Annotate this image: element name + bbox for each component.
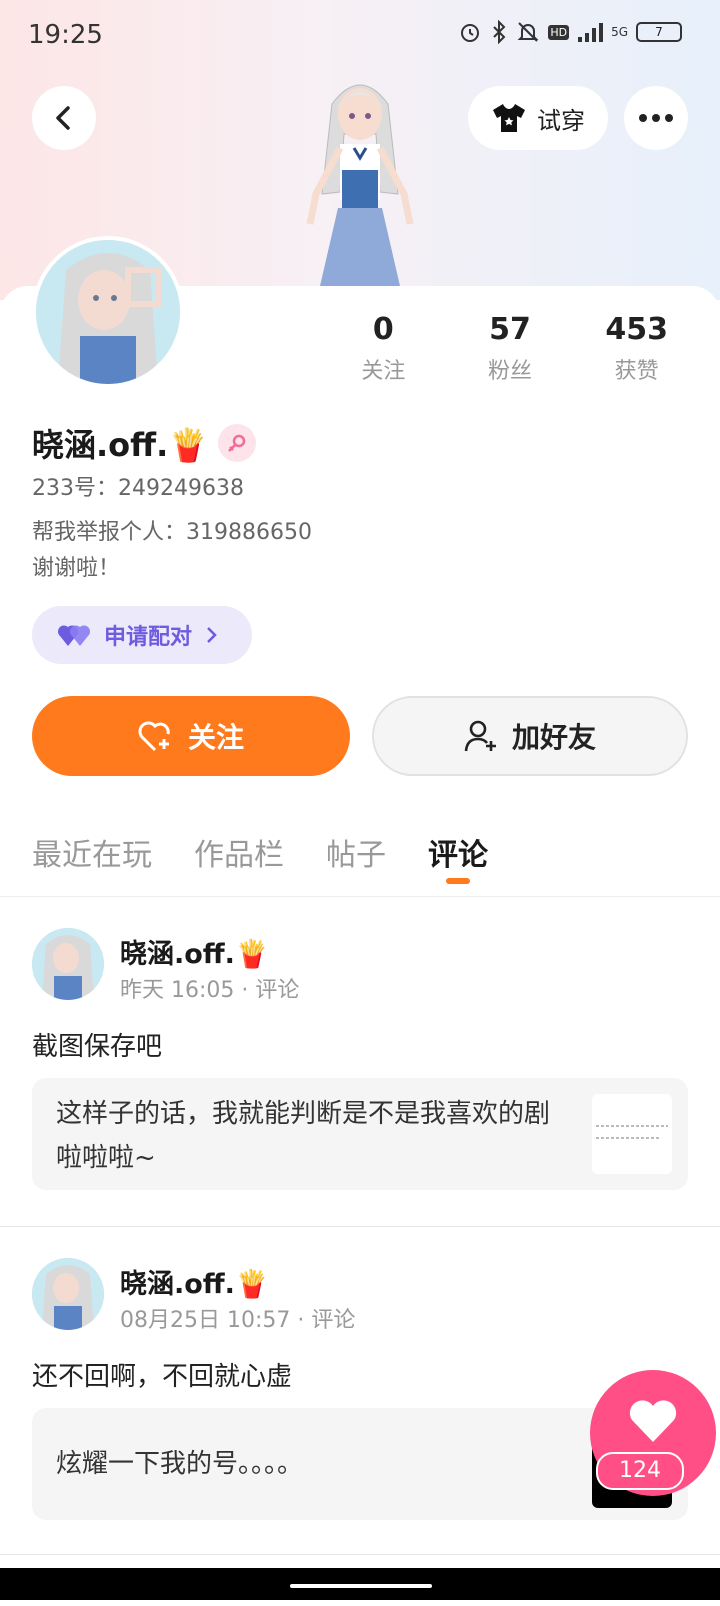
back-arrow-icon — [56, 106, 70, 130]
post-author[interactable]: 晓涵.off.🍟 — [120, 1262, 269, 1301]
fries-emoji: 🍟 — [234, 1269, 269, 1300]
pair-hearts-icon — [58, 625, 91, 646]
profile-avatar[interactable] — [32, 236, 184, 388]
add-person-icon — [464, 720, 496, 752]
tab-recently-played[interactable]: 最近在玩 — [32, 830, 152, 874]
quoted-post-thumbnail — [592, 1094, 672, 1174]
profile-stats: 0 关注 57 粉丝 453 获赞 — [320, 312, 700, 385]
post-text: 截图保存吧 — [32, 1032, 163, 1062]
signal-icon — [578, 23, 604, 42]
post-meta: 昨天 16:05 · 评论 — [120, 978, 300, 1003]
avatar-image — [32, 928, 104, 1000]
active-tab-indicator — [446, 878, 470, 884]
home-indicator[interactable] — [290, 1584, 432, 1588]
try-on-label: 试穿 — [537, 106, 585, 135]
avatar-image — [32, 1258, 104, 1330]
profile-name: 晓涵.off.🍟 — [32, 420, 208, 466]
stat-label: 关注 — [361, 359, 406, 384]
alarm-icon — [461, 24, 480, 42]
apply-pair-label: 申请配对 — [104, 625, 193, 650]
divider — [0, 1226, 720, 1227]
female-gender-badge — [218, 424, 257, 462]
status-bar: 19:25 HD 5G 7 — [0, 0, 720, 74]
post-author-name: 晓涵.off. — [120, 1269, 235, 1300]
divider — [0, 896, 720, 897]
quoted-post-text: 炫耀一下我的号。。。。 — [56, 1449, 304, 1479]
apply-pair-button[interactable]: 申请配对 — [32, 606, 252, 664]
fries-emoji: 🍟 — [234, 939, 269, 970]
post-text: 还不回啊，不回就心虚 — [32, 1362, 293, 1392]
comment-item[interactable]: 晓涵.off.🍟 昨天 16:05 · 评论 截图保存吧 这样子的话，我就能判断… — [0, 928, 720, 1228]
stat-value: 453 — [605, 312, 668, 347]
follow-label: 关注 — [187, 721, 244, 754]
heart-plus-icon — [138, 721, 170, 752]
tab-works[interactable]: 作品栏 — [194, 830, 284, 874]
status-icons: HD 5G 7 — [458, 20, 682, 44]
add-friend-button[interactable]: 加好友 — [372, 696, 688, 776]
profile-name-row: 晓涵.off.🍟 — [32, 420, 257, 466]
female-icon — [228, 434, 246, 452]
tab-posts[interactable]: 帖子 — [326, 830, 386, 874]
stat-label: 粉丝 — [488, 359, 533, 384]
post-meta: 08月25日 10:57 · 评论 — [120, 1308, 356, 1333]
add-friend-label: 加好友 — [511, 721, 596, 754]
more-icon — [639, 114, 673, 122]
hd-badge: HD — [548, 24, 570, 40]
stat-likes[interactable]: 453 获赞 — [573, 312, 700, 385]
network-type: 5G — [611, 25, 628, 39]
fries-emoji: 🍟 — [168, 426, 209, 464]
stat-label: 获赞 — [614, 359, 659, 384]
mute-bell-icon — [517, 22, 539, 42]
try-on-button[interactable]: 试穿 — [468, 86, 608, 150]
status-time: 19:25 — [28, 20, 103, 50]
stat-fans[interactable]: 57 粉丝 — [447, 312, 574, 385]
divider — [0, 1554, 720, 1555]
profile-id: 233号：249249638 — [32, 476, 244, 501]
avatar-character-image[interactable] — [280, 74, 440, 286]
profile-bio-line1: 帮我举报个人：319886650 — [32, 520, 312, 545]
stat-following[interactable]: 0 关注 — [320, 312, 447, 385]
like-count-badge: 124 — [596, 1452, 684, 1490]
tshirt-icon — [493, 104, 525, 132]
bluetooth-icon — [493, 20, 506, 44]
battery-icon: 7 — [636, 22, 682, 42]
battery-level: 7 — [655, 25, 663, 39]
post-avatar[interactable] — [32, 1258, 104, 1330]
post-author-name: 晓涵.off. — [120, 939, 235, 970]
thumbnail-image — [592, 1094, 672, 1174]
stat-value: 57 — [489, 312, 531, 347]
profile-name-text: 晓涵.off. — [32, 426, 169, 464]
quoted-post[interactable]: 这样子的话，我就能判断是不是我喜欢的剧啦啦啦~ — [32, 1078, 688, 1190]
follow-button[interactable]: 关注 — [32, 696, 350, 776]
quoted-post-text: 这样子的话，我就能判断是不是我喜欢的剧啦啦啦~ — [56, 1099, 551, 1173]
stat-value: 0 — [372, 312, 394, 347]
tab-comments[interactable]: 评论 — [428, 830, 488, 884]
more-button[interactable] — [624, 86, 688, 150]
tab-comments-label: 评论 — [428, 838, 488, 873]
profile-bio-line2: 谢谢啦！ — [32, 556, 121, 581]
avatar-image — [36, 240, 180, 384]
back-button[interactable] — [32, 86, 96, 150]
profile-tabs: 最近在玩 作品栏 帖子 评论 — [32, 830, 488, 884]
chevron-right-icon — [207, 627, 217, 643]
post-avatar[interactable] — [32, 928, 104, 1000]
post-author[interactable]: 晓涵.off.🍟 — [120, 932, 269, 971]
